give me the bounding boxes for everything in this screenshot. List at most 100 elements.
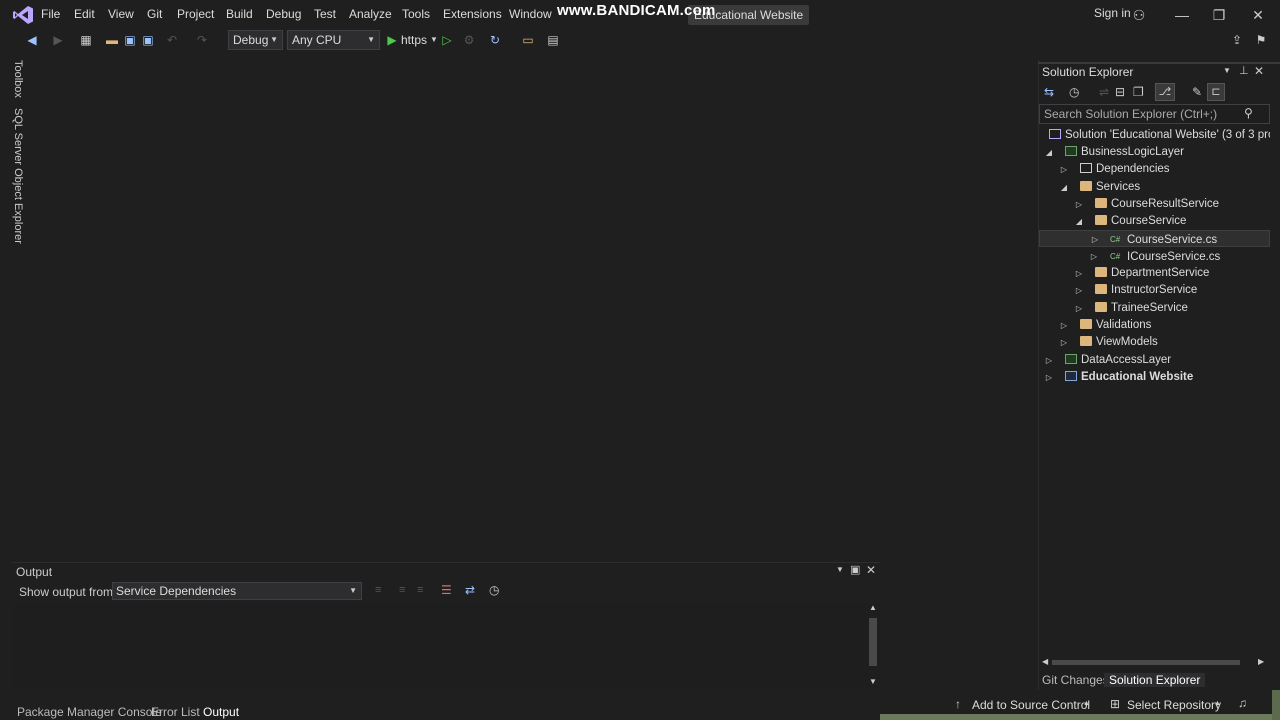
expand-arrow-icon[interactable]: ▷ — [1089, 248, 1099, 265]
scroll-right-icon[interactable]: ▶ — [1258, 657, 1264, 666]
expand-arrow-icon[interactable]: ▷ — [1044, 369, 1054, 386]
expand-arrow-icon[interactable]: ▷ — [1074, 265, 1084, 282]
pin-icon[interactable]: ⊥ — [1239, 64, 1249, 77]
timestamp-icon[interactable]: ◷ — [489, 583, 499, 597]
tree-item-dependencies[interactable]: Dependencies — [1080, 161, 1170, 178]
redo-icon[interactable]: ↷ — [194, 32, 210, 48]
properties-wrench-icon[interactable]: ✎ — [1192, 85, 1202, 99]
start-without-debugging-icon[interactable]: ▷ — [439, 32, 455, 48]
expand-arrow-icon[interactable]: ▷ — [1059, 317, 1069, 334]
undo-icon[interactable]: ↶ — [164, 32, 180, 48]
save-all-icon[interactable]: ▣ — [140, 32, 156, 48]
show-all-files-icon[interactable]: ❐ — [1133, 85, 1144, 99]
start-debugging-icon[interactable]: ▶ — [384, 32, 400, 48]
find-message-icon[interactable]: ≡ — [375, 584, 381, 596]
new-project-icon[interactable]: ▦ — [78, 32, 94, 48]
scroll-down-icon[interactable]: ▼ — [869, 677, 877, 686]
tree-item-dataaccesslayer[interactable]: DataAccessLayer — [1065, 352, 1171, 369]
menu-debug[interactable]: Debug — [266, 7, 301, 21]
pending-changes-filter-icon[interactable]: ◷ — [1069, 85, 1079, 99]
configuration-dropdown[interactable]: Debug ▼ — [228, 30, 283, 50]
search-icon[interactable]: ⚲ — [1244, 106, 1253, 120]
tree-item-services[interactable]: Services — [1080, 179, 1140, 196]
next-message-icon[interactable]: ≡ — [417, 584, 423, 596]
scroll-up-icon[interactable]: ▲ — [869, 603, 877, 612]
tab-package-manager-console[interactable]: Package Manager Console — [17, 705, 162, 719]
tree-item-educational-website[interactable]: Educational Website — [1065, 369, 1193, 386]
output-scroll-thumb[interactable] — [869, 618, 877, 666]
expand-arrow-icon[interactable]: ▷ — [1074, 282, 1084, 299]
panel-options-chevron-icon[interactable]: ▼ — [836, 565, 844, 574]
live-share-icon[interactable]: ⇪ — [1229, 32, 1245, 48]
filter-icon[interactable]: ⎇ — [1155, 83, 1175, 101]
collapse-all-icon[interactable]: ⊟ — [1115, 85, 1125, 99]
menu-build[interactable]: Build — [226, 7, 253, 21]
tree-item-instructorservice[interactable]: InstructorService — [1095, 282, 1197, 299]
menu-git[interactable]: Git — [147, 7, 162, 21]
save-icon[interactable]: ▣ — [122, 32, 138, 48]
tab-error-list[interactable]: Error List — [151, 705, 200, 719]
menu-window[interactable]: Window — [509, 7, 552, 21]
menu-project[interactable]: Project — [177, 7, 214, 21]
attach-icon[interactable]: ⚙ — [461, 32, 477, 48]
layout-icon[interactable]: ▤ — [545, 32, 561, 48]
solution-explorer-search-input[interactable]: Search Solution Explorer (Ctrl+;) — [1039, 104, 1270, 124]
sql-server-object-explorer-tab[interactable]: SQL Server Object Explorer — [12, 108, 24, 244]
tree-item-courseservice-folder[interactable]: CourseService — [1095, 213, 1186, 230]
collapse-arrow-icon[interactable]: ◢ — [1074, 213, 1084, 230]
add-to-source-control-button[interactable]: Add to Source Control — [972, 698, 1090, 712]
solution-explorer-scroll-thumb[interactable] — [1052, 660, 1240, 665]
tree-item-viewmodels[interactable]: ViewModels — [1080, 334, 1158, 351]
toolbox-tab[interactable]: Toolbox — [12, 60, 24, 98]
navigate-back-icon[interactable]: ◀ — [24, 32, 40, 48]
close-icon[interactable]: ✕ — [1247, 4, 1269, 26]
feedback-icon[interactable]: ⚑ — [1253, 32, 1269, 48]
output-source-select[interactable]: Service Dependencies ▼ — [112, 582, 362, 600]
menu-file[interactable]: File — [41, 7, 60, 21]
run-target-label[interactable]: https — [401, 33, 427, 47]
expand-arrow-icon[interactable]: ▷ — [1074, 196, 1084, 213]
minimize-icon[interactable]: — — [1171, 4, 1193, 26]
restore-icon[interactable]: ❐ — [1208, 4, 1230, 26]
expand-arrow-icon[interactable]: ▷ — [1074, 300, 1084, 317]
sync-with-document-icon[interactable]: ⇌ — [1099, 85, 1109, 99]
output-text-area[interactable] — [14, 603, 866, 689]
hot-reload-icon[interactable]: ↻ — [487, 32, 503, 48]
previous-message-icon[interactable]: ≡ — [399, 584, 405, 596]
tree-item-validations[interactable]: Validations — [1080, 317, 1151, 334]
menu-edit[interactable]: Edit — [74, 7, 95, 21]
switch-views-icon[interactable]: ⇆ — [1044, 85, 1054, 99]
tree-item-solution[interactable]: Solution 'Educational Website' (3 of 3 p… — [1049, 127, 1270, 144]
close-panel-icon[interactable]: ✕ — [866, 563, 876, 577]
tree-item-businesslogiclayer[interactable]: BusinessLogicLayer — [1065, 144, 1184, 161]
tree-item-courseservice-cs[interactable]: ▷ C# CourseService.cs — [1039, 230, 1270, 247]
scroll-left-icon[interactable]: ◀ — [1042, 657, 1048, 666]
browse-folder-icon[interactable]: ▭ — [520, 32, 536, 48]
tab-solution-explorer[interactable]: Solution Explorer — [1104, 673, 1206, 687]
open-file-icon[interactable]: ▬ — [104, 32, 120, 48]
maximize-panel-icon[interactable]: ▣ — [850, 563, 860, 576]
tree-item-traineeservice[interactable]: TraineeService — [1095, 300, 1188, 317]
platform-dropdown[interactable]: Any CPU ▼ — [287, 30, 380, 50]
clear-all-icon[interactable]: ☰ — [441, 583, 452, 597]
tab-output[interactable]: Output — [203, 705, 239, 719]
collapse-arrow-icon[interactable]: ◢ — [1044, 144, 1054, 161]
collapse-arrow-icon[interactable]: ◢ — [1059, 179, 1069, 196]
expand-arrow-icon[interactable]: ▷ — [1059, 161, 1069, 178]
expand-arrow-icon[interactable]: ▷ — [1090, 231, 1100, 248]
expand-arrow-icon[interactable]: ▷ — [1059, 334, 1069, 351]
menu-tools[interactable]: Tools — [402, 7, 430, 21]
close-panel-icon[interactable]: ✕ — [1254, 64, 1264, 78]
word-wrap-icon[interactable]: ⇄ — [465, 583, 475, 597]
panel-options-chevron-icon[interactable]: ▼ — [1223, 66, 1231, 75]
account-icon[interactable]: ⚇ — [1128, 4, 1150, 26]
expand-arrow-icon[interactable]: ▷ — [1044, 352, 1054, 369]
tab-git-changes[interactable]: Git Changes — [1042, 673, 1109, 687]
notifications-bell-icon[interactable]: ♫ — [1238, 696, 1247, 710]
select-repository-button[interactable]: Select Repository — [1127, 698, 1221, 712]
tree-item-icourseservice-cs[interactable]: C# ICourseService.cs — [1110, 248, 1220, 265]
tree-item-courseresultservice[interactable]: CourseResultService — [1095, 196, 1219, 213]
tree-item-departmentservice[interactable]: DepartmentService — [1095, 265, 1209, 282]
menu-view[interactable]: View — [108, 7, 134, 21]
menu-extensions[interactable]: Extensions — [443, 7, 502, 21]
